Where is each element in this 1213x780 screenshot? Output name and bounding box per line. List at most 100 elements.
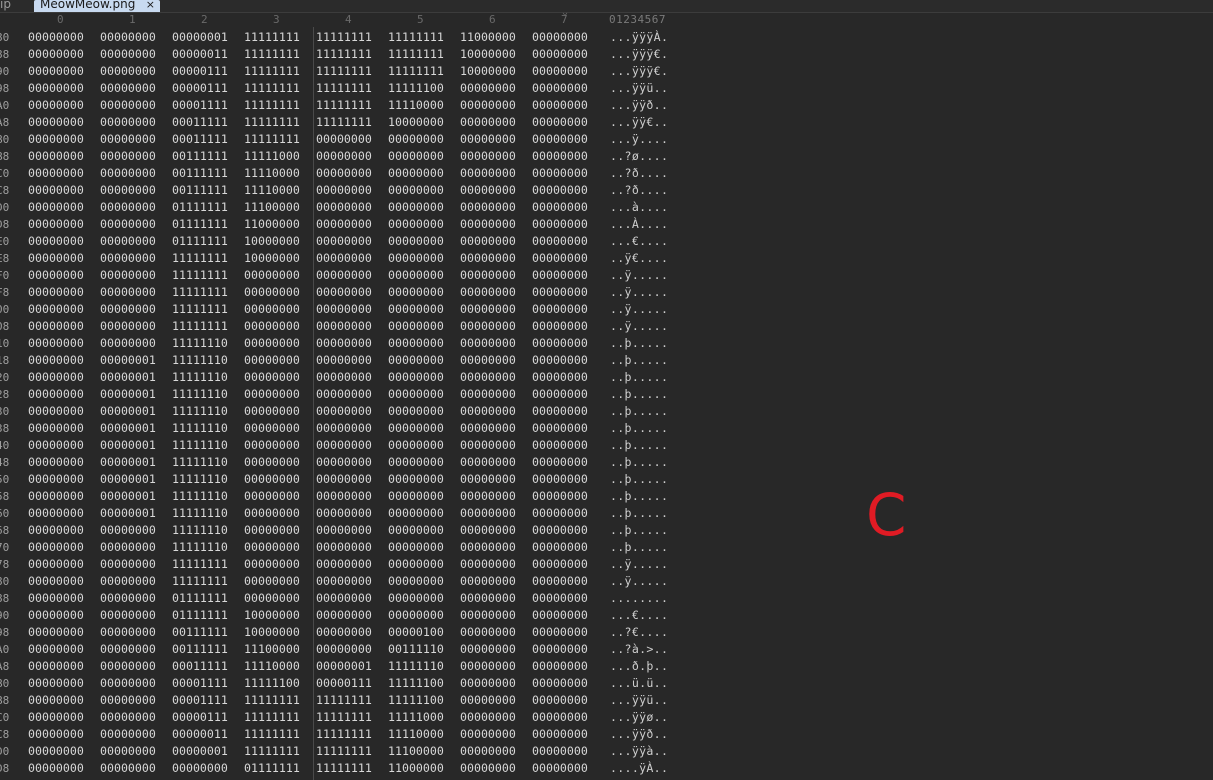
- byte-cell[interactable]: 00000000: [28, 573, 84, 590]
- byte-cell[interactable]: 11111111: [316, 29, 372, 46]
- byte-cell[interactable]: 00000000: [244, 488, 300, 505]
- byte-cell[interactable]: 00000000: [28, 165, 84, 182]
- byte-cell[interactable]: 00000000: [316, 539, 372, 556]
- byte-cell[interactable]: 11111111: [388, 46, 444, 63]
- byte-cell[interactable]: 00000000: [316, 471, 372, 488]
- byte-cell[interactable]: 00111111: [172, 165, 228, 182]
- byte-cell[interactable]: 00000000: [100, 590, 156, 607]
- byte-cell[interactable]: 00000000: [316, 641, 372, 658]
- byte-cell[interactable]: 11111111: [172, 318, 228, 335]
- byte-cell[interactable]: 00000000: [100, 522, 156, 539]
- byte-cell[interactable]: 00000000: [316, 369, 372, 386]
- ascii-cell[interactable]: ..þ.....: [610, 505, 668, 522]
- byte-cell[interactable]: 00000000: [100, 318, 156, 335]
- ascii-cell[interactable]: ...ÿÿÿÀ.: [610, 29, 668, 46]
- byte-cell[interactable]: 00000000: [244, 420, 300, 437]
- byte-cell[interactable]: 11111110: [172, 539, 228, 556]
- byte-cell[interactable]: 00000000: [316, 488, 372, 505]
- ascii-cell[interactable]: ..ÿ.....: [610, 284, 668, 301]
- byte-cell[interactable]: 11111111: [316, 114, 372, 131]
- byte-cell[interactable]: 00000000: [532, 182, 588, 199]
- byte-cell[interactable]: 00000000: [460, 573, 516, 590]
- byte-cell[interactable]: 00000000: [100, 692, 156, 709]
- byte-cell[interactable]: 00000000: [316, 590, 372, 607]
- byte-cell[interactable]: 00001111: [172, 97, 228, 114]
- byte-cell[interactable]: 00000000: [244, 590, 300, 607]
- byte-cell[interactable]: 01111111: [172, 233, 228, 250]
- ascii-cell[interactable]: ..ÿ.....: [610, 556, 668, 573]
- ascii-cell[interactable]: ...ÿ....: [610, 131, 668, 148]
- ascii-cell[interactable]: ..ÿ.....: [610, 301, 668, 318]
- ascii-cell[interactable]: ..þ.....: [610, 471, 668, 488]
- byte-cell[interactable]: 00000000: [460, 352, 516, 369]
- byte-cell[interactable]: 00000000: [28, 301, 84, 318]
- byte-cell[interactable]: 00000000: [316, 318, 372, 335]
- byte-cell[interactable]: 00000000: [316, 199, 372, 216]
- byte-cell[interactable]: 00000000: [460, 692, 516, 709]
- byte-cell[interactable]: 00000000: [28, 488, 84, 505]
- byte-cell[interactable]: 00000000: [460, 216, 516, 233]
- byte-cell[interactable]: 00000000: [100, 267, 156, 284]
- byte-cell[interactable]: 11111111: [172, 284, 228, 301]
- byte-cell[interactable]: 00000000: [532, 641, 588, 658]
- byte-cell[interactable]: 11110000: [388, 97, 444, 114]
- byte-cell[interactable]: 11111111: [316, 63, 372, 80]
- ascii-cell[interactable]: ..?ø....: [610, 148, 668, 165]
- ascii-cell[interactable]: ..þ.....: [610, 403, 668, 420]
- byte-cell[interactable]: 00000000: [388, 573, 444, 590]
- byte-cell[interactable]: 00000000: [460, 335, 516, 352]
- byte-cell[interactable]: 00000000: [28, 284, 84, 301]
- byte-cell[interactable]: 00000000: [316, 386, 372, 403]
- byte-cell[interactable]: 00000000: [316, 420, 372, 437]
- byte-cell[interactable]: 00000111: [172, 709, 228, 726]
- byte-cell[interactable]: 00000000: [388, 403, 444, 420]
- byte-cell[interactable]: 00000000: [460, 522, 516, 539]
- byte-cell[interactable]: 00000000: [100, 726, 156, 743]
- byte-cell[interactable]: 00000001: [100, 420, 156, 437]
- byte-cell[interactable]: 00000000: [460, 726, 516, 743]
- ascii-cell[interactable]: ...à....: [610, 199, 668, 216]
- byte-cell[interactable]: 00000000: [460, 284, 516, 301]
- byte-cell[interactable]: 00000000: [28, 46, 84, 63]
- byte-cell[interactable]: 00000000: [532, 369, 588, 386]
- byte-cell[interactable]: 00111111: [172, 148, 228, 165]
- ascii-cell[interactable]: ........: [610, 590, 668, 607]
- byte-cell[interactable]: 00000000: [532, 284, 588, 301]
- byte-cell[interactable]: 00000000: [28, 471, 84, 488]
- byte-cell[interactable]: 10000000: [388, 114, 444, 131]
- byte-cell[interactable]: 00000000: [460, 675, 516, 692]
- byte-cell[interactable]: 00000000: [460, 624, 516, 641]
- byte-cell[interactable]: 00000000: [244, 284, 300, 301]
- byte-cell[interactable]: 11111111: [316, 760, 372, 777]
- byte-cell[interactable]: 11100000: [244, 641, 300, 658]
- byte-cell[interactable]: 11111100: [388, 80, 444, 97]
- byte-cell[interactable]: 00000000: [460, 437, 516, 454]
- byte-cell[interactable]: 00000011: [172, 46, 228, 63]
- byte-cell[interactable]: 00000000: [532, 692, 588, 709]
- byte-cell[interactable]: 00000000: [28, 182, 84, 199]
- byte-cell[interactable]: 00000000: [532, 505, 588, 522]
- byte-cell[interactable]: 11111111: [244, 726, 300, 743]
- byte-cell[interactable]: 00000000: [316, 522, 372, 539]
- byte-cell[interactable]: 11111110: [172, 386, 228, 403]
- byte-cell[interactable]: 00000000: [460, 420, 516, 437]
- byte-cell[interactable]: 00000000: [28, 692, 84, 709]
- ascii-cell[interactable]: ..þ.....: [610, 437, 668, 454]
- byte-cell[interactable]: 00000000: [172, 760, 228, 777]
- byte-cell[interactable]: 00000000: [532, 335, 588, 352]
- byte-cell[interactable]: 00000000: [532, 420, 588, 437]
- byte-cell[interactable]: 00000001: [100, 505, 156, 522]
- byte-cell[interactable]: 00000000: [388, 284, 444, 301]
- ascii-cell[interactable]: ..þ.....: [610, 386, 668, 403]
- byte-cell[interactable]: 11111111: [244, 80, 300, 97]
- byte-cell[interactable]: 00000000: [28, 420, 84, 437]
- tab-previous[interactable]: ıp: [0, 0, 20, 12]
- byte-cell[interactable]: 00000000: [100, 165, 156, 182]
- ascii-cell[interactable]: ..?ð....: [610, 182, 668, 199]
- byte-cell[interactable]: 11111111: [244, 46, 300, 63]
- byte-cell[interactable]: 11111111: [244, 114, 300, 131]
- byte-cell[interactable]: 11111111: [244, 63, 300, 80]
- byte-cell[interactable]: 11111111: [316, 709, 372, 726]
- byte-cell[interactable]: 00000000: [532, 709, 588, 726]
- byte-cell[interactable]: 00000000: [100, 216, 156, 233]
